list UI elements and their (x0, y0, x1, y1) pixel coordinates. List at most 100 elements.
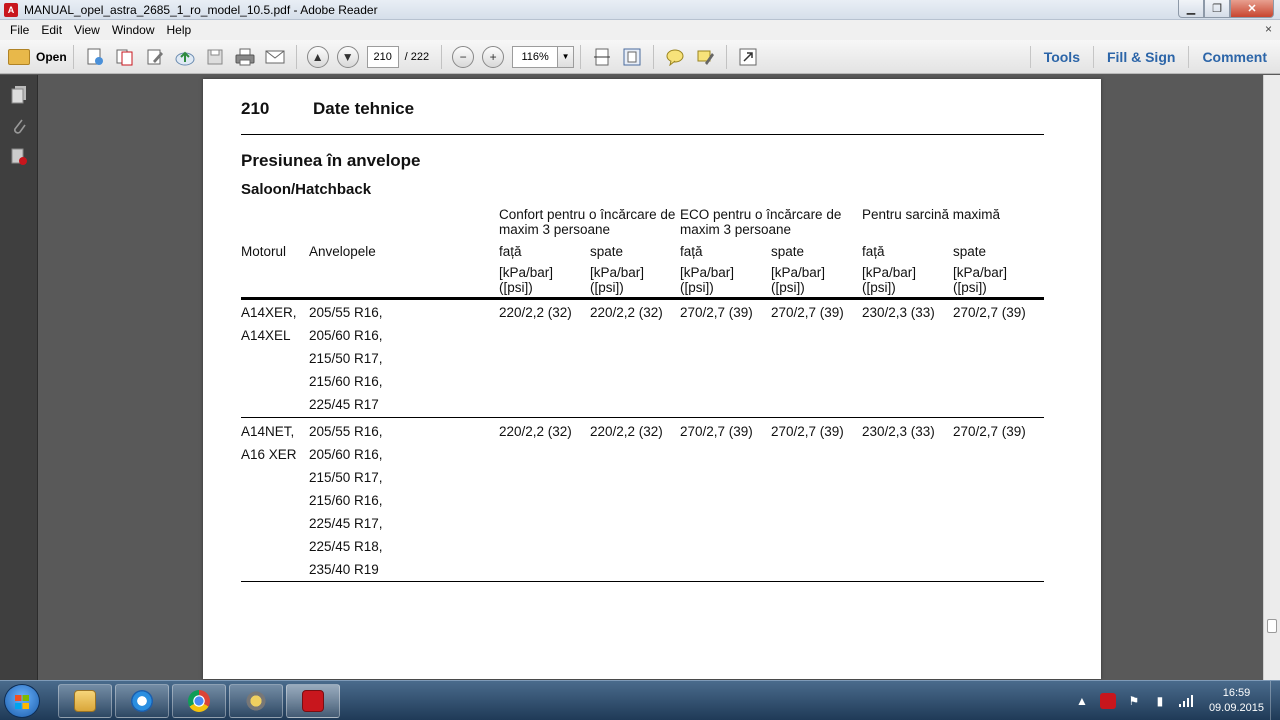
chevron-down-icon[interactable]: ▼ (558, 45, 575, 68)
open-button[interactable]: Open (8, 44, 67, 70)
group-header-max-load: Pentru sarcină maximă (862, 207, 1001, 222)
adobe-updater-icon[interactable] (1099, 693, 1116, 709)
column-header-engine: Motorul (241, 244, 287, 259)
flag-icon[interactable]: ⚑ (1126, 693, 1142, 709)
toolbar-separator (726, 44, 728, 69)
row-divider (241, 417, 1044, 418)
system-clock[interactable]: 16:59 09.09.2015 (1209, 686, 1264, 716)
zoom-select[interactable]: ▼ (512, 45, 575, 68)
table-cell: 230/2,3 (33) (862, 424, 935, 439)
fit-page-icon[interactable] (620, 45, 644, 69)
table-cell: 270/2,7 (39) (680, 424, 753, 439)
print-icon[interactable] (233, 45, 257, 69)
page-number-heading: 210 (241, 99, 270, 118)
close-button[interactable]: ✕ (1230, 0, 1274, 18)
toolbar-separator (295, 44, 297, 69)
window-title: MANUAL_opel_astra_2685_1_ro_model_10.5.p… (24, 2, 378, 17)
clock-date: 09.09.2015 (1208, 702, 1264, 714)
table-cell: 220/2,2 (32) (499, 305, 572, 320)
comment-bubble-icon[interactable] (663, 45, 687, 69)
section-title: Presiunea în anvelope (241, 151, 421, 170)
zoom-out-button[interactable]: − (452, 45, 475, 68)
combine-files-icon[interactable] (113, 45, 137, 69)
column-header-front: față (499, 244, 522, 259)
close-document-icon[interactable]: × (1265, 22, 1272, 36)
taskbar-chrome[interactable] (172, 684, 226, 718)
column-header-rear: spate (771, 244, 805, 259)
save-icon[interactable] (203, 45, 227, 69)
column-header-rear: spate (590, 244, 624, 259)
document-area[interactable]: 210 Date tehnice Presiunea în anvelope S… (39, 75, 1263, 680)
folder-icon (8, 48, 30, 65)
table-bottom-rule (241, 581, 1044, 582)
show-hidden-icons-icon[interactable]: ▲ (1074, 693, 1090, 709)
table-cell: 270/2,7 (39) (771, 424, 844, 439)
comment-button[interactable]: Comment (1188, 46, 1280, 68)
toolbar-separator (72, 44, 74, 69)
signatures-icon[interactable] (8, 146, 30, 168)
maximize-button[interactable]: ❐ (1204, 0, 1230, 18)
windows-logo-icon (15, 695, 29, 709)
email-icon[interactable] (263, 45, 287, 69)
show-desktop-button[interactable] (1270, 681, 1280, 720)
tools-button[interactable]: Tools (1029, 46, 1093, 68)
menu-edit[interactable]: Edit (41, 23, 62, 37)
taskbar-tool[interactable] (229, 684, 283, 718)
toolbar-separator (653, 44, 655, 69)
group-header-eco: ECO pentru o încărcare de maxim 3 persoa… (680, 207, 842, 237)
internet-explorer-icon (131, 690, 153, 712)
attachments-icon[interactable] (8, 115, 30, 137)
page-total: / 222 (404, 50, 430, 63)
column-header-front: față (862, 244, 885, 259)
vertical-scrollbar[interactable] (1263, 75, 1280, 680)
unit-label: [kPa/bar] ([psi]) (499, 265, 554, 295)
menu-window[interactable]: Window (112, 23, 155, 37)
menu-help[interactable]: Help (167, 23, 192, 37)
fill-sign-button[interactable]: Fill & Sign (1092, 46, 1188, 68)
subsection-title: Saloon/Hatchback (241, 181, 372, 198)
table-cell: 270/2,7 (39) (680, 305, 753, 320)
task-pane-buttons: Tools Fill & Sign Comment (1029, 40, 1280, 74)
menu-file[interactable]: File (10, 23, 29, 37)
previous-page-button[interactable]: ▲ (306, 45, 329, 68)
network-signal-icon[interactable] (1178, 693, 1194, 709)
title-bar: A MANUAL_opel_astra_2685_1_ro_model_10.5… (0, 0, 1280, 20)
edit-pdf-icon[interactable] (143, 45, 167, 69)
table-cell: 230/2,3 (33) (862, 305, 935, 320)
pdf-page: 210 Date tehnice Presiunea în anvelope S… (203, 79, 1101, 679)
create-pdf-icon[interactable] (83, 45, 107, 69)
clock-time: 16:59 (1222, 687, 1251, 699)
table-header-rule (241, 297, 1044, 300)
menu-view[interactable]: View (74, 23, 100, 37)
column-header-rear: spate (953, 244, 987, 259)
page-number-input[interactable] (366, 45, 399, 68)
taskbar-explorer[interactable] (58, 684, 112, 718)
next-page-button[interactable]: ▼ (336, 45, 359, 68)
webcam-icon (245, 690, 267, 712)
start-button[interactable] (4, 684, 40, 718)
upload-cloud-icon[interactable] (173, 45, 197, 69)
header-rule (241, 134, 1044, 135)
table-row-engine: A14NET, A16 XER (241, 424, 297, 462)
toolbar-separator (580, 44, 582, 69)
table-cell: 270/2,7 (39) (953, 424, 1026, 439)
full-screen-icon[interactable] (736, 45, 760, 69)
power-icon[interactable]: ▮ (1152, 693, 1168, 709)
chrome-icon (188, 690, 210, 712)
scrollbar-thumb[interactable] (1267, 619, 1277, 633)
table-cell: 220/2,2 (32) (590, 424, 663, 439)
highlight-pen-icon[interactable] (693, 45, 717, 69)
fit-width-icon[interactable] (590, 45, 614, 69)
zoom-in-button[interactable]: + (482, 45, 505, 68)
minimize-button[interactable]: ▁ (1178, 0, 1204, 18)
taskbar-adobe-reader[interactable] (286, 684, 340, 718)
navigation-pane (0, 75, 38, 680)
unit-label: [kPa/bar] ([psi]) (862, 265, 917, 295)
zoom-input[interactable] (512, 45, 559, 68)
table-cell: 220/2,2 (32) (590, 305, 663, 320)
taskbar-internet-explorer[interactable] (115, 684, 169, 718)
open-label: Open (36, 49, 67, 64)
column-header-front: față (680, 244, 703, 259)
windows-taskbar: ▲ ⚑ ▮ 16:59 09.09.2015 (0, 680, 1280, 720)
page-thumbnails-icon[interactable] (8, 84, 30, 106)
